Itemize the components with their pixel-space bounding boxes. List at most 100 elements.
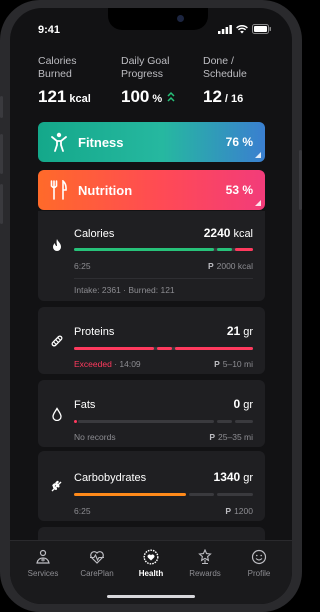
signal-icon [218,24,232,34]
value-number: 2240 [203,226,231,240]
fork-knife-icon [50,180,67,200]
bar-segment [74,248,214,251]
banner-label: Fitness [78,134,124,150]
app-screen: 9:41 Calories Burned 121 kcal Daily Goal… [10,8,292,604]
card-target: P 1200 [225,506,253,516]
stat-unit: / 16 [224,93,244,105]
stat-label: Done / Schedule [203,55,247,80]
stat-label: Calories Burned [38,55,77,80]
nutrition-banner[interactable]: Nutrition 53 % [38,170,265,210]
tab-label: Services [27,569,59,578]
fitness-banner[interactable]: Fitness 76 % [38,122,265,162]
card-time: 6:25 [74,506,91,516]
card-time: · 14:09 [114,359,141,369]
bar-segment [189,493,214,496]
proteins-card[interactable]: Proteins 21 gr Exceeded · 14:09 P 5–10 mi [38,307,265,374]
stat-number: 12 [203,87,222,106]
target-glyph: P [225,506,232,516]
stat-number: 121 [38,87,67,106]
home-indicator [107,595,195,598]
stat-calories-burned: Calories Burned 121 kcal [38,55,91,107]
bar-segment [235,248,253,251]
target-text: 1200 [234,506,253,516]
stat-value: 100 % [121,87,175,107]
bar-segment [74,347,154,350]
target-text: 2000 kcal [216,261,253,271]
card-status: Exceeded · 14:09 [74,359,141,369]
stat-daily-goal: Daily Goal Progress 100 % [121,55,175,107]
card-target: P 2000 kcal [208,261,253,271]
card-time: No records [74,432,116,442]
card-value: 21 gr [227,324,253,338]
fats-card[interactable]: Fats 0 gr No records P 25–35 mi [38,380,265,447]
wheat-icon [51,480,62,492]
bar-segment [217,493,253,496]
card-title: Carbobydrates [74,472,147,484]
target-glyph: P [214,359,220,369]
card-title: Proteins [74,326,115,338]
card-value: 2240 kcal [204,226,253,240]
camera-icon [177,15,184,22]
tab-label: CarePlan [80,569,114,578]
services-icon [36,549,50,564]
fats-progress-bar [74,420,253,423]
bar-segment [157,347,172,350]
status-time: 9:41 [38,24,61,36]
bar-segment [175,347,253,350]
value-unit: gr [243,472,253,484]
card-target: P 5–10 mi [214,359,253,369]
target-text: 5–10 mi [222,359,253,369]
value-number: 1340 [213,470,241,484]
protein-icon [51,335,63,347]
tab-services[interactable]: Services [17,549,69,604]
card-time: 6:25 [74,261,91,271]
status-icons [218,24,272,34]
card-title: Calories [74,228,115,240]
tab-label: Profile [247,569,271,578]
target-glyph: P [209,432,216,442]
calories-card[interactable]: Calories 2240 kcal 6:25 P 2000 kcal Intak… [38,211,265,301]
health-heart-icon [143,549,159,565]
card-value: 0 gr [234,397,253,411]
calories-progress-bar [74,248,253,251]
target-glyph: P [207,261,214,271]
card-intake-burned: Intake: 2361 · Burned: 121 [74,285,175,295]
card-title: Fats [74,399,96,411]
power-button [299,150,302,210]
bar-segment [74,493,186,496]
card-value: 1340 gr [214,470,253,484]
heartbeat-icon [90,551,104,564]
card-target: P 25–35 mi [209,432,253,442]
smiley-icon [251,549,267,565]
mute-switch [0,96,3,118]
exceeded-label: Exceeded [74,359,112,369]
fitness-person-icon [51,132,67,152]
stat-done-schedule: Done / Schedule 12 / 16 [203,55,247,107]
divider [74,278,253,279]
flame-icon [53,239,61,251]
tab-label: Health [138,569,164,578]
bar-segment [217,420,232,423]
stat-unit: kcal [69,93,91,105]
tab-profile[interactable]: Profile [233,549,285,604]
value-unit: kcal [233,228,253,240]
wifi-icon [236,24,248,33]
corner-arrow-icon [255,152,261,158]
value-unit: gr [243,326,253,338]
value-number: 0 [233,397,241,411]
proteins-progress-bar [74,347,253,350]
tab-label: Rewards [189,569,221,578]
stat-unit: % [152,93,163,105]
stat-value: 121 kcal [38,87,91,107]
volume-down-button [0,184,3,224]
banner-percent: 76 % [225,135,253,149]
bar-segment [235,420,253,423]
banner-percent: 53 % [225,183,253,197]
carbohydrates-card[interactable]: Carbobydrates 1340 gr 6:25 P 1200 [38,451,265,521]
carbohydrates-progress-bar [74,493,253,496]
double-chevron-up-icon [167,91,175,102]
bar-segment [78,420,214,423]
banner-label: Nutrition [78,182,133,198]
value-number: 21 [226,324,241,338]
volume-up-button [0,134,3,174]
